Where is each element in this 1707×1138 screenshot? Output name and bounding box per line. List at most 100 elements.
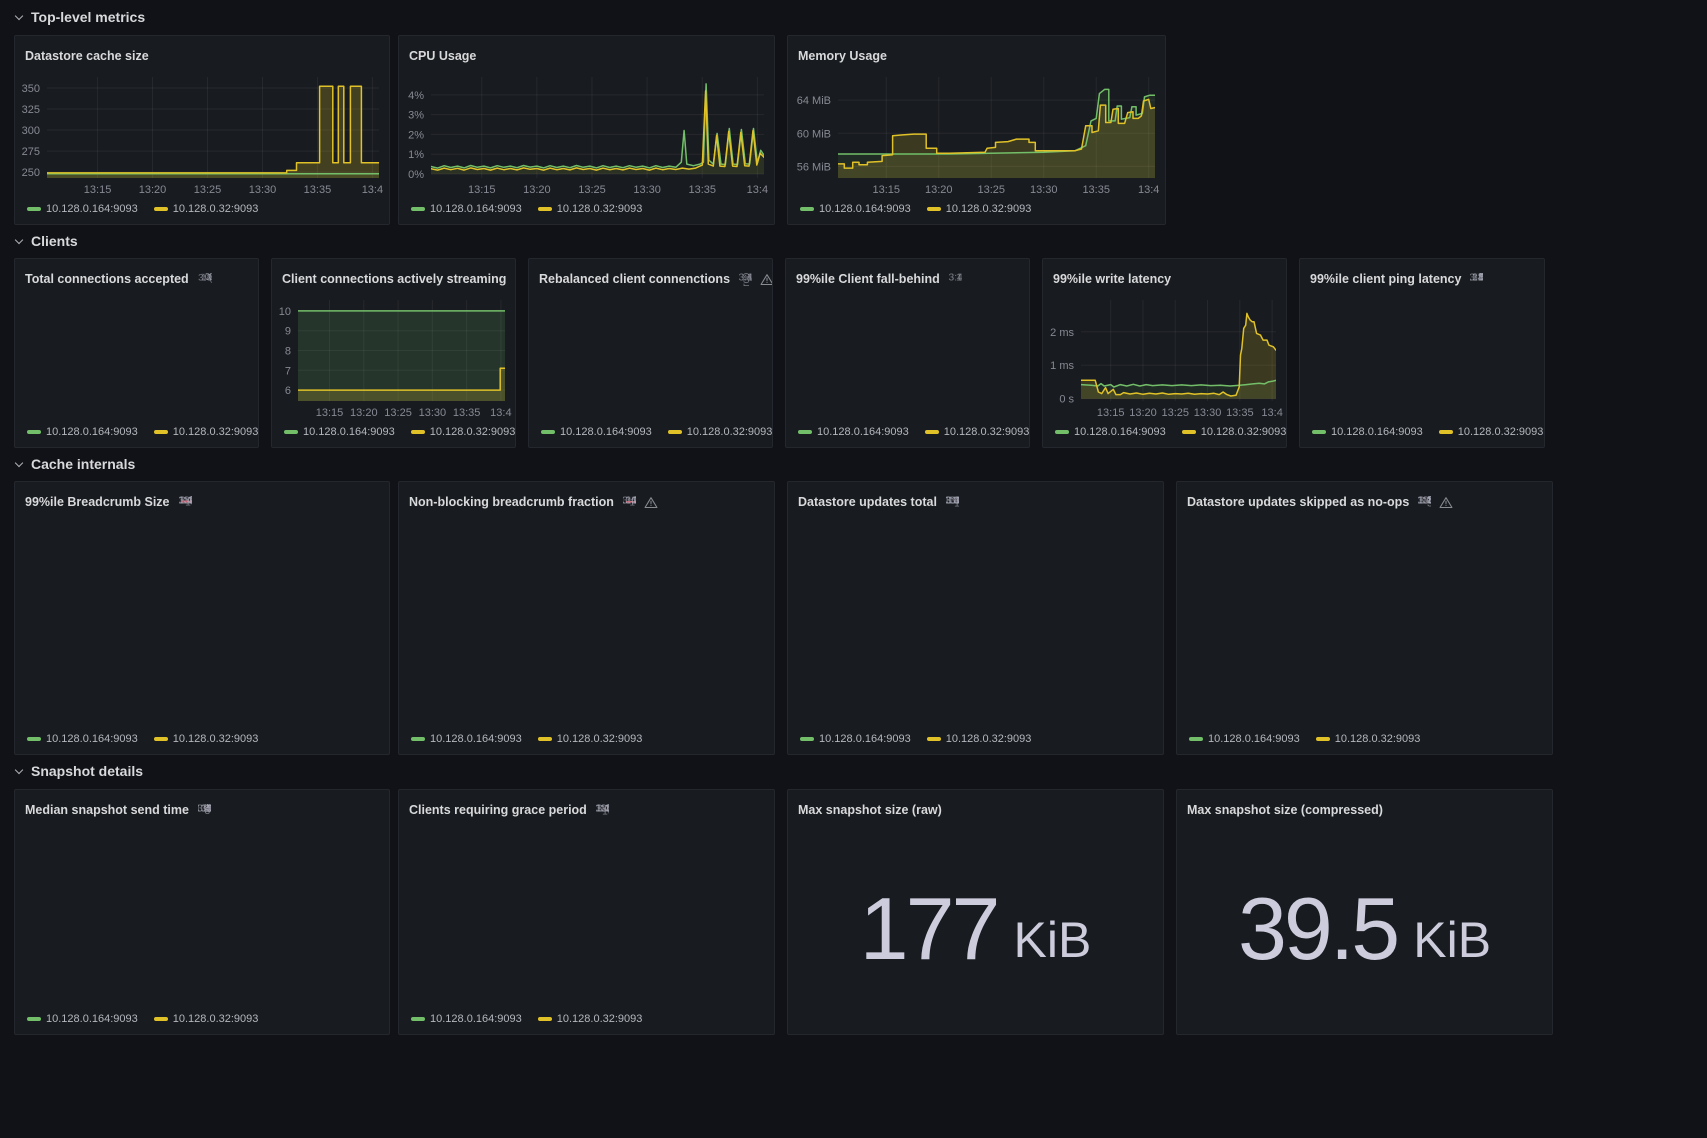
legend-item[interactable]: 10.128.0.164:9093 [411, 733, 522, 745]
legend-item[interactable]: 10.128.0.164:9093 [27, 733, 138, 745]
panel-header[interactable]: 99%ile Breadcrumb Size 02040608010013:15… [15, 482, 389, 515]
chart-area[interactable] [15, 515, 389, 728]
info-icon[interactable]: 024681013:1513:2013:2513:3013:3513:4 [946, 496, 959, 509]
info-icon[interactable]: 02040608010013:1513:2013:2513:3013:3513:… [596, 804, 609, 817]
legend-label: 10.128.0.32:9093 [173, 733, 259, 745]
legend-item[interactable]: 10.128.0.164:9093 [27, 203, 138, 215]
chart-area[interactable] [15, 823, 389, 1008]
panel-datastore-cache-size: Datastore cache size 25027530032535013:1… [14, 35, 390, 225]
chart-area[interactable] [786, 292, 1029, 421]
panel-header[interactable]: CPU Usage [399, 36, 774, 69]
info-icon[interactable]: 2 ms4 ms6 ms13:1513:2013:2513:3013:3513:… [1470, 273, 1483, 286]
svg-text:13:4: 13:4 [1261, 407, 1282, 419]
info-icon[interactable]: 0 s5 ms10 ms15 ms20 ms25 ms30 ms13:1513:… [198, 804, 211, 817]
svg-text:13:4: 13:4 [362, 184, 383, 196]
chart-area[interactable]: 25027530032535013:1513:2013:2513:3013:35… [15, 69, 389, 198]
panel-header-icons: 0 s5 ms10 ms15 ms20 ms25 ms30 ms13:1513:… [198, 804, 211, 817]
legend-item[interactable]: 10.128.0.164:9093 [1055, 426, 1166, 438]
panel-header-icons: 02040608010013:2013:3013:4Number of drop… [739, 273, 773, 286]
svg-text:13:15: 13:15 [468, 184, 496, 196]
panel-header[interactable]: Clients requiring grace period 020406080… [399, 790, 774, 823]
svg-text:3%: 3% [408, 110, 424, 122]
panel-title: Total connections accepted [25, 272, 189, 286]
info-icon[interactable]: 02040608010013:1513:2013:2513:3013:3513:… [179, 496, 192, 509]
info-icon[interactable]: 00.511.522.533.513:1513:2013:2513:3013:3… [1418, 496, 1431, 509]
panel-header[interactable]: Datastore cache size [15, 36, 389, 69]
panel-header[interactable]: Memory Usage [788, 36, 1165, 69]
chart-area[interactable] [1177, 515, 1552, 728]
legend-label: 10.128.0.32:9093 [557, 203, 643, 215]
panel-header[interactable]: Max snapshot size (compressed) [1177, 790, 1552, 823]
info-icon[interactable]: 02040608010013:2013:3013:4Number of drop… [739, 273, 752, 286]
stat-value: 177 [860, 885, 998, 973]
chart-area[interactable]: 67891013:1513:2013:2513:3013:3513:4 [272, 292, 515, 421]
panel-header[interactable]: 99%ile client ping latency 2 ms4 ms6 ms1… [1300, 259, 1544, 292]
legend-item[interactable]: 10.128.0.32:9093 [538, 733, 643, 745]
panel-header[interactable]: Client connections actively streaming [272, 259, 515, 292]
chart-area[interactable] [1300, 292, 1544, 421]
legend-swatch [411, 1017, 425, 1021]
section-header-top-level-metrics[interactable]: Top-level metrics [14, 8, 145, 26]
warning-icon[interactable] [760, 273, 773, 286]
panel-header[interactable]: Median snapshot send time 0 s5 ms10 ms15… [15, 790, 389, 823]
legend-item[interactable]: 10.128.0.164:9093 [284, 426, 395, 438]
chart-area[interactable]: 0%1%2%3%4%13:1513:2013:2513:3013:3513:4 [399, 69, 774, 198]
legend-item[interactable]: 10.128.0.32:9093 [411, 426, 516, 438]
legend-item[interactable]: 10.128.0.164:9093 [411, 203, 522, 215]
legend-item[interactable]: 10.128.0.32:9093 [154, 733, 259, 745]
svg-text:275: 275 [22, 146, 40, 158]
legend-item[interactable]: 10.128.0.164:9093 [1189, 733, 1300, 745]
panel-header-icons: 00.511.522.533.513:1513:2013:2513:3013:3… [1418, 496, 1453, 509]
panel-header[interactable]: 99%ile write latency [1043, 259, 1286, 292]
section-header-clients[interactable]: Clients [14, 232, 78, 250]
chart-area[interactable] [529, 292, 772, 421]
stat-value-wrap: 39.5 KiB [1177, 823, 1552, 1034]
warning-icon[interactable]: 00.0050.010.0150.0213:2013:3013:4 [198, 273, 212, 286]
chart-area[interactable] [399, 823, 774, 1008]
legend-item[interactable]: 10.128.0.32:9093 [927, 733, 1032, 745]
panel-title: 99%ile Breadcrumb Size [25, 495, 170, 509]
chart-area[interactable]: 0 s1 ms2 ms13:1513:2013:2513:3013:3513:4 [1043, 292, 1286, 421]
panel-header[interactable]: Total connections accepted 00.0050.010.0… [15, 259, 258, 292]
legend-item[interactable]: 10.128.0.164:9093 [411, 1013, 522, 1025]
panel-header[interactable]: Rebalanced client connenctions 020406080… [529, 259, 772, 292]
chart-area[interactable] [15, 292, 258, 421]
legend-swatch [284, 430, 298, 434]
legend-item[interactable]: 10.128.0.32:9093 [154, 1013, 259, 1025]
info-icon[interactable]: 0 s200 µs400 µs600 µs13:2013:3013:4 [949, 273, 962, 286]
chart-area[interactable] [399, 515, 774, 728]
legend-item[interactable]: 10.128.0.164:9093 [27, 1013, 138, 1025]
panel-header[interactable]: Non-blocking breadcrumb fraction 0%20%40… [399, 482, 774, 515]
panel-title: Median snapshot send time [25, 803, 189, 817]
panel-header[interactable]: 99%ile Client fall-behind 0 s200 µs400 µ… [786, 259, 1029, 292]
legend-item[interactable]: 10.128.0.32:9093 [1316, 733, 1421, 745]
panel-title: Datastore cache size [25, 49, 149, 63]
stat-unit: KiB [1413, 911, 1491, 969]
section-header-snapshot-details[interactable]: Snapshot details [14, 762, 143, 780]
section-header-cache-internals[interactable]: Cache internals [14, 455, 135, 473]
panel-header[interactable]: Datastore updates total 024681013:1513:2… [788, 482, 1163, 515]
legend-label: 10.128.0.164:9093 [819, 203, 911, 215]
warning-icon[interactable] [1439, 496, 1453, 509]
chart-area[interactable] [788, 515, 1163, 728]
info-icon[interactable]: 0%20%40%60%80%100%13:1513:2013:2513:3013… [623, 496, 636, 509]
legend-swatch [927, 207, 941, 211]
legend-item[interactable]: 10.128.0.32:9093 [1182, 426, 1287, 438]
warning-icon[interactable] [644, 496, 658, 509]
legend-swatch [538, 207, 552, 211]
chart-area[interactable]: 56 MiB60 MiB64 MiB13:1513:2013:2513:3013… [788, 69, 1165, 198]
legend-item[interactable]: 10.128.0.164:9093 [800, 733, 911, 745]
panel-title: Datastore updates total [798, 495, 937, 509]
legend-item[interactable]: 10.128.0.164:9093 [800, 203, 911, 215]
panel-title: Datastore updates skipped as no-ops [1187, 495, 1409, 509]
legend-item[interactable]: 10.128.0.32:9093 [538, 203, 643, 215]
legend-item[interactable]: 10.128.0.32:9093 [154, 203, 259, 215]
panel-header-icons: 0%20%40%60%80%100%13:1513:2013:2513:3013… [623, 496, 658, 509]
svg-text:13:4: 13:4 [596, 804, 609, 814]
panel-title: Non-blocking breadcrumb fraction [409, 495, 614, 509]
panel-header[interactable]: Datastore updates skipped as no-ops 00.5… [1177, 482, 1552, 515]
legend-item[interactable]: 10.128.0.32:9093 [927, 203, 1032, 215]
legend-item[interactable]: 10.128.0.32:9093 [538, 1013, 643, 1025]
panel-header[interactable]: Max snapshot size (raw) [788, 790, 1163, 823]
legend-swatch [1182, 430, 1196, 434]
